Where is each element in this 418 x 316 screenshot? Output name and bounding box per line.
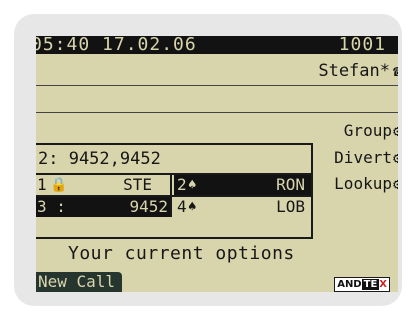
phone-icon: ☎ xyxy=(392,62,398,80)
brand-text: TE xyxy=(361,279,380,290)
extension-number: 1001 xyxy=(338,36,386,55)
option-cell-4[interactable]: 4 ♠ LOB xyxy=(174,197,311,217)
bell-icon: ♠ xyxy=(188,199,197,215)
option-cell-2[interactable]: 2 ♠ RON xyxy=(174,175,311,195)
option-value: 9452 xyxy=(129,197,168,216)
new-call-softkey[interactable]: New Call xyxy=(36,272,122,292)
divider xyxy=(36,112,398,113)
option-key: 4 xyxy=(177,197,187,216)
clock: 05:40 17.02.06 xyxy=(36,36,197,55)
softkey-bar: New Call AND TE X xyxy=(36,272,398,292)
gear-icon: ⚙ xyxy=(392,149,398,167)
brand-text: AND xyxy=(337,279,362,290)
divider xyxy=(36,85,398,86)
divert-button-label: Divert xyxy=(334,148,392,167)
divert-button[interactable]: Divert⚙ xyxy=(334,147,398,169)
phone-display: 05:40 17.02.06 1001 Stefan* ☎ Group⚙ Div… xyxy=(36,36,398,292)
option-key: 1 xyxy=(37,175,47,194)
options-prompt: Your current options xyxy=(68,243,295,264)
option-cell-3[interactable]: 3 : 9452 xyxy=(36,197,170,217)
bell-icon: ♠ xyxy=(188,177,197,193)
option-value: LOB xyxy=(276,197,305,216)
caller-number: 2: 9452,9452 xyxy=(38,149,161,169)
option-key: 2 xyxy=(177,175,187,194)
group-button-label: Group xyxy=(343,121,392,140)
lock-icon: 🔒 xyxy=(50,177,68,193)
option-value: STE xyxy=(123,175,152,194)
lookup-button[interactable]: Lookup⚙ xyxy=(334,173,398,195)
brand-text: X xyxy=(379,279,387,290)
user-row: Stefan* ☎ xyxy=(36,60,398,82)
gear-icon: ⚙ xyxy=(392,175,398,193)
option-value: RON xyxy=(276,175,305,194)
option-key: 3 : xyxy=(37,197,66,216)
brand-logo: AND TE X xyxy=(334,277,390,292)
gear-icon: ⚙ xyxy=(392,122,398,140)
lookup-button-label: Lookup xyxy=(334,174,392,193)
group-button[interactable]: Group⚙ xyxy=(344,120,398,142)
status-bar: 05:40 17.02.06 1001 xyxy=(36,36,398,54)
option-cell-1[interactable]: 1 🔒 STE xyxy=(36,175,170,195)
user-name: Stefan* xyxy=(318,61,390,81)
call-options-popup: 2: 9452,9452 1 🔒 STE 2 ♠ RON 3 : 9452 4 … xyxy=(36,143,313,239)
